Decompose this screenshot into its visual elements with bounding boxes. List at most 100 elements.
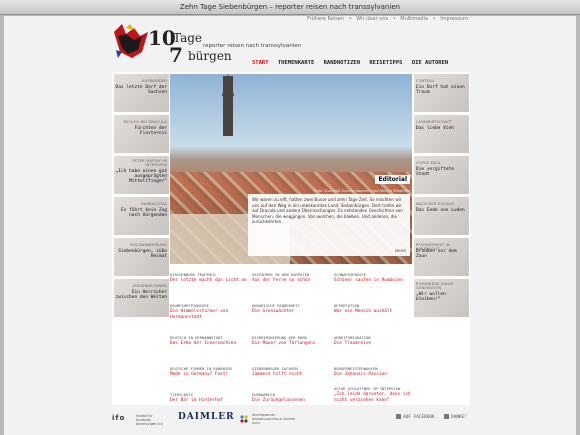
grid-title: Das Erbe der Innersachsen bbox=[170, 341, 237, 346]
grid-category: TIERSCHUTZ bbox=[170, 392, 193, 397]
grid-title: Made in Germany? Fast! bbox=[170, 372, 229, 377]
right-teaser-2[interactable]: LANDWIRTSCHAFT Das liebe Vieh bbox=[414, 115, 469, 153]
nav-themenkarte[interactable]: THEMENKARTE bbox=[278, 60, 314, 66]
grid-title: Was ein Mensch aushält bbox=[334, 309, 393, 314]
teaser-category: CORTELN bbox=[416, 79, 435, 83]
church-tower bbox=[223, 76, 233, 136]
grid-item[interactable]: SCHNAPSGENÜSSE Schöner saufen in Rumänie… bbox=[334, 272, 422, 284]
teaser-title: Die vergiftete Stadt bbox=[416, 167, 454, 177]
editorial-more-link[interactable]: MEHR bbox=[395, 248, 406, 253]
facebook-link[interactable]: AUF FACEBOOK bbox=[396, 414, 435, 420]
grid-item[interactable]: DEUTSCH IN HERMANNSTADT Das Erbe der Inn… bbox=[170, 335, 258, 347]
teaser-title: Siebenbürgen, süße Heimat bbox=[118, 249, 167, 259]
teaser-category: RÜCKWANDERUNG bbox=[130, 243, 167, 247]
grid-item[interactable]: SKIFAHREN IN DEN KARPATEN Aus der Ferne … bbox=[252, 272, 340, 284]
teaser-category: RUMÄNIENS JUNGE GENERATION bbox=[416, 282, 454, 290]
daimler-logo[interactable]: DAIMLER bbox=[178, 412, 235, 422]
teaser-category: COPSA MICA bbox=[416, 161, 441, 165]
left-teaser-5[interactable]: RÜCKWANDERUNG Siebenbürgen, süße Heimat bbox=[114, 238, 169, 276]
editorial-text: Wir waren zu elft, hatten zwei Busse und… bbox=[252, 197, 403, 225]
heart-icon bbox=[444, 414, 449, 419]
bat-logo-icon[interactable] bbox=[112, 22, 152, 60]
teaser-title: Fürchten der Finsternis bbox=[134, 126, 167, 136]
right-teaser-6[interactable]: RUMÄNIENS JUNGE GENERATION „Wir wollen b… bbox=[414, 279, 469, 317]
teaser-title: Das Ende von Luden bbox=[416, 208, 465, 213]
grid-title: Die Himmelsstürmer von Hermannstadt bbox=[170, 309, 229, 320]
grid-title: Jammere hilft nicht bbox=[252, 372, 303, 377]
photo-credit: Foto: Dominik Eberlschweizer und Nenyo M… bbox=[314, 188, 411, 193]
teaser-category: HARBACHTAL bbox=[140, 202, 167, 206]
editorial-label: Editorial bbox=[375, 175, 410, 184]
nav-randnotizen[interactable]: RANDNOTIZEN bbox=[324, 60, 360, 66]
teaser-title: Das liebe Vieh bbox=[416, 126, 454, 131]
nav-start[interactable]: START bbox=[252, 60, 269, 66]
teaser-title: Ein Herrscher zwischen den Welten bbox=[115, 290, 167, 300]
grid-category: DEUTSCH IN HERMANNSTADT bbox=[170, 335, 223, 340]
right-teaser-4[interactable]: NACH DER EXODUS Das Ende von Luden bbox=[414, 197, 469, 235]
ifo-logo[interactable]: ifo bbox=[112, 414, 125, 422]
meta-separator: • bbox=[432, 16, 436, 22]
meta-link-multimedia[interactable]: Multimedia bbox=[400, 16, 428, 22]
grid-title: Der letzte macht das Licht an bbox=[170, 278, 247, 283]
site-subtitle: reporter reisen nach transsylvanien bbox=[203, 43, 302, 49]
grid-item[interactable]: UNGARISCHE MINDERHEIT Die Grenzwächter bbox=[252, 303, 340, 315]
grid-item[interactable]: KIRCHENBURG TRAPPOLD Der letzte macht da… bbox=[170, 272, 258, 284]
meta-nav: Frühere Reisen • Wir über uns • Multimed… bbox=[304, 16, 468, 22]
teaser-category: NACH DER EXODUS bbox=[416, 202, 455, 206]
teaser-title: Es fährt kein Zug nach Hürgenden bbox=[120, 208, 167, 218]
grid-title: Die Grenzwächter bbox=[252, 309, 295, 314]
facebook-label: AUF FACEBOOK bbox=[403, 415, 435, 420]
school-logo-icon[interactable] bbox=[240, 415, 250, 423]
teaser-title: Draußen vor dem Zaun bbox=[416, 249, 457, 259]
grid-item[interactable]: ARBEITSMIGRATION Die Traumreise bbox=[334, 335, 422, 347]
grid-item[interactable]: AUTOR SCHLATTNER IM INTERVIEW „Ich leide… bbox=[334, 386, 424, 403]
left-teaser-1[interactable]: AUSWANDER Das letzte Dorf der Sachsen bbox=[114, 74, 169, 112]
grid-item[interactable]: EUROWAHLEN Die Zurückgelassenen bbox=[252, 392, 340, 404]
grid-category: SCHNAPSGENÜSSE bbox=[334, 272, 367, 277]
grid-category: UNGARISCHE MINDERHEIT bbox=[252, 303, 301, 308]
nav-reisetipps[interactable]: REISETIPPS bbox=[369, 60, 402, 66]
grid-category: SIEBENBÜRGER SACHSEN bbox=[252, 366, 298, 371]
meta-separator: • bbox=[392, 16, 396, 22]
grid-item[interactable]: DEPORTATION Was ein Mensch aushält bbox=[334, 303, 422, 315]
meta-link-fruehere-reisen[interactable]: Frühere Reisen bbox=[307, 16, 344, 22]
grid-item[interactable]: DISKRIMINIERUNG DER ROMA Die Mauer von T… bbox=[252, 335, 340, 347]
left-teaser-6[interactable]: ZIEGENBRONNEN Ein Herrscher zwischen den… bbox=[114, 279, 169, 317]
grid-category: ARBEITSMIGRATION bbox=[334, 335, 371, 340]
logo-seven: 7 bbox=[169, 43, 183, 67]
grid-item[interactable]: RAUMFAHRTPIONIERE Die Himmelsstürmer von… bbox=[170, 303, 258, 320]
grid-item[interactable]: DEUTSCHE FIRMEN IN RUMÄNIEN Made in Germ… bbox=[170, 366, 258, 378]
grid-title: Die Traumreise bbox=[334, 341, 372, 346]
grid-title: Aus der Ferne so schön bbox=[252, 278, 311, 283]
grid-item[interactable]: BÜRGERMEISTERWAHLEN Die Johannis-Passion bbox=[334, 366, 422, 378]
grid-title: Schöner saufen in Rumänien bbox=[334, 278, 403, 283]
hero-image[interactable]: Foto: Dominik Eberlschweizer und Nenyo M… bbox=[170, 74, 412, 264]
facebook-icon bbox=[396, 414, 401, 419]
grid-category: DISKRIMINIERUNG DER ROMA bbox=[252, 335, 307, 340]
right-teaser-1[interactable]: CORTELN Ein Dorf hat einen Traum bbox=[414, 74, 469, 112]
meta-link-impressum[interactable]: Impressum bbox=[440, 16, 468, 22]
logo-burgen: bürgen bbox=[188, 49, 232, 63]
meta-link-wir-ueber-uns[interactable]: Wir über uns bbox=[356, 16, 388, 22]
nav-die-autoren[interactable]: DIE AUTOREN bbox=[412, 60, 448, 66]
teaser-category: LANDWIRTSCHAFT bbox=[416, 120, 452, 124]
page: 10 Tage 7 bürgen reporter reisen nach tr… bbox=[4, 16, 576, 435]
school-name: ZEITENSPIEGEL - REPORTAGESCHULE GÜNTER D… bbox=[252, 413, 296, 425]
left-teaser-3[interactable]: PETER MAFFAY IM INTERVIEW „Ich habe eine… bbox=[114, 156, 169, 194]
right-teaser-3[interactable]: COPSA MICA Die vergiftete Stadt bbox=[414, 156, 469, 194]
footer: ifo Institut für Auslands­beziehungen e.… bbox=[112, 412, 470, 426]
editorial-box: Wir waren zu elft, hatten zwei Busse und… bbox=[248, 194, 410, 256]
left-teaser-2[interactable]: BESUCH BEI DRACULA Fürchten der Finstern… bbox=[114, 115, 169, 153]
main-nav: START THEMENKARTE RANDNOTIZEN REISETIPPS… bbox=[252, 60, 454, 66]
meta-separator: • bbox=[348, 16, 352, 22]
grid-item[interactable]: TIERSCHUTZ Der Bär im Hinterhof bbox=[170, 392, 258, 404]
left-teaser-4[interactable]: HARBACHTAL Es fährt kein Zug nach Hürgen… bbox=[114, 197, 169, 235]
thanks-link[interactable]: DANKE! bbox=[444, 414, 467, 420]
grid-category: SKIFAHREN IN DEN KARPATEN bbox=[252, 272, 310, 277]
grid-item[interactable]: SIEBENBÜRGER SACHSEN Jammere hilft nicht bbox=[252, 366, 340, 378]
teaser-category: BESUCH BEI DRACULA bbox=[123, 120, 167, 124]
grid-category: AUTOR SCHLATTNER IM INTERVIEW bbox=[334, 386, 401, 391]
teaser-category: AUSWANDER bbox=[141, 79, 167, 83]
grid-category: KIRCHENBURG TRAPPOLD bbox=[170, 272, 216, 277]
right-teaser-5[interactable]: PFERDEMARKT IN KARBESCHT Draußen vor dem… bbox=[414, 238, 469, 276]
